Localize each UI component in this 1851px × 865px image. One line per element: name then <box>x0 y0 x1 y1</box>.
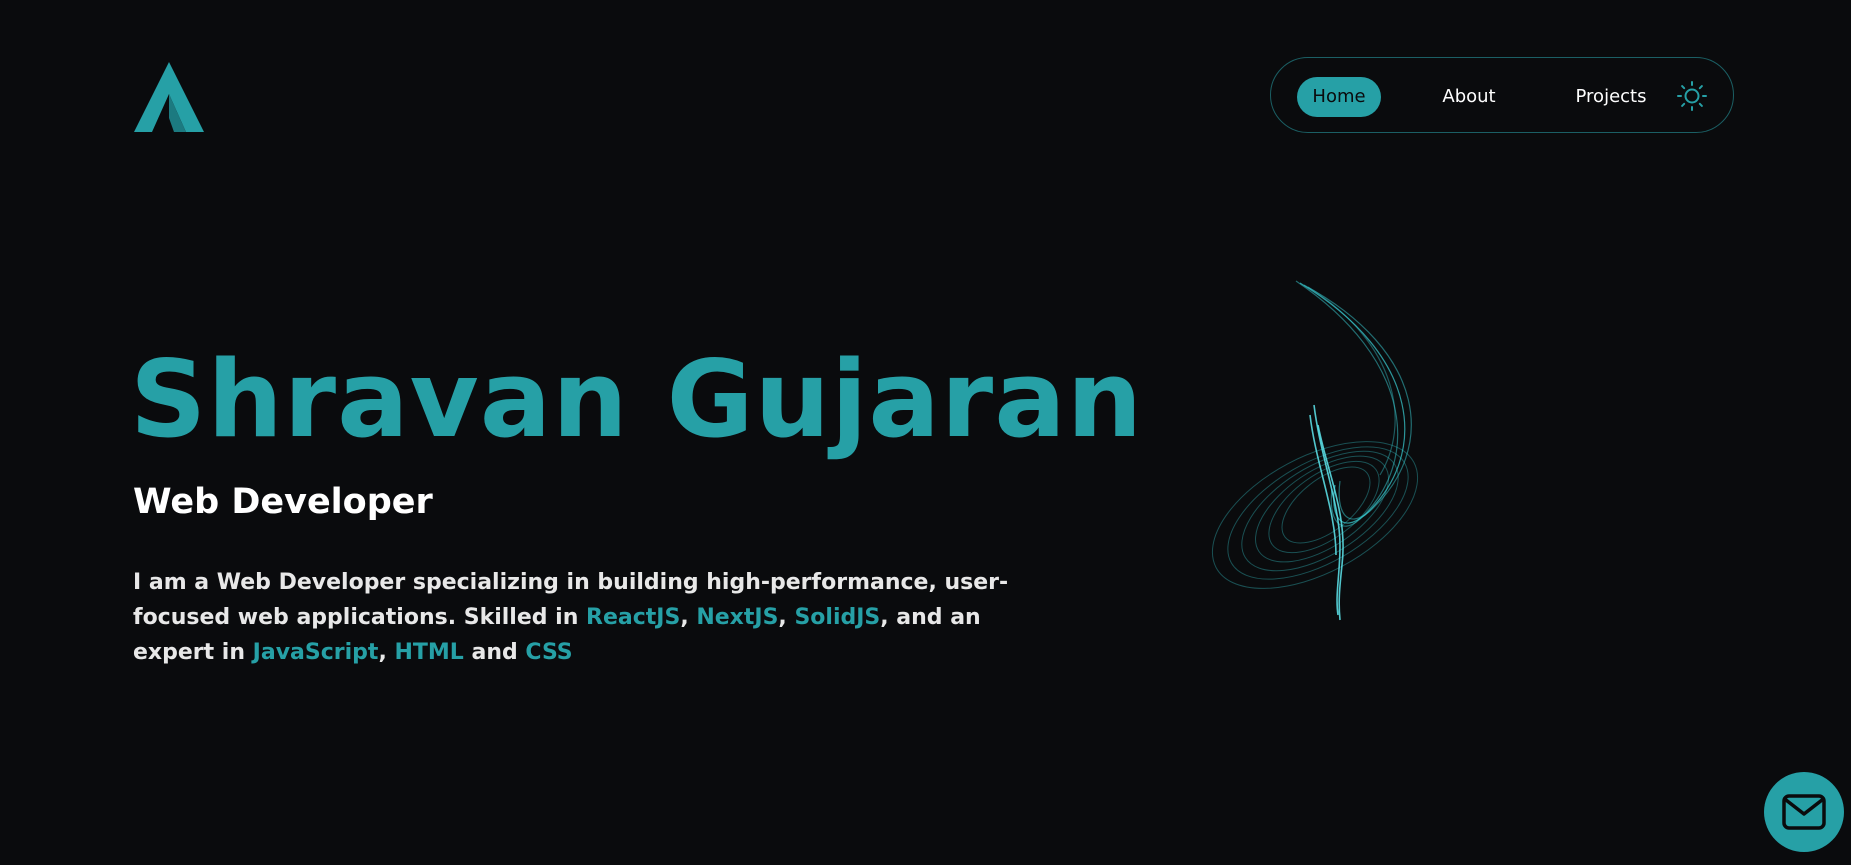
bio-separator: , <box>378 640 395 665</box>
skill-nextjs: NextJS <box>696 605 779 630</box>
bio-separator: , <box>778 605 795 630</box>
mail-icon <box>1782 794 1826 830</box>
nav-item-projects[interactable]: Projects <box>1554 77 1668 117</box>
sun-icon[interactable] <box>1675 79 1709 113</box>
page: Home About Projects Shravan Gujaran Web … <box>0 0 1851 865</box>
skill-html: HTML <box>394 640 464 665</box>
main-nav: Home About Projects <box>1270 57 1734 133</box>
nav-item-home[interactable]: Home <box>1297 77 1381 117</box>
swirl-graphic <box>1190 275 1450 635</box>
skill-solidjs: SolidJS <box>794 605 881 630</box>
skill-css: CSS <box>525 640 573 665</box>
contact-button[interactable] <box>1764 772 1844 852</box>
skill-reactjs: ReactJS <box>586 605 681 630</box>
hero-name: Shravan Gujaran <box>130 338 1144 461</box>
bio-separator: , <box>680 605 697 630</box>
a-letter-logo-icon[interactable] <box>134 62 204 132</box>
skill-javascript: JavaScript <box>252 640 379 665</box>
hero-role: Web Developer <box>133 482 433 522</box>
hero-bio: I am a Web Developer specializing in bui… <box>133 565 1063 670</box>
bio-text: and <box>463 640 526 665</box>
nav-item-about[interactable]: About <box>1429 77 1509 117</box>
